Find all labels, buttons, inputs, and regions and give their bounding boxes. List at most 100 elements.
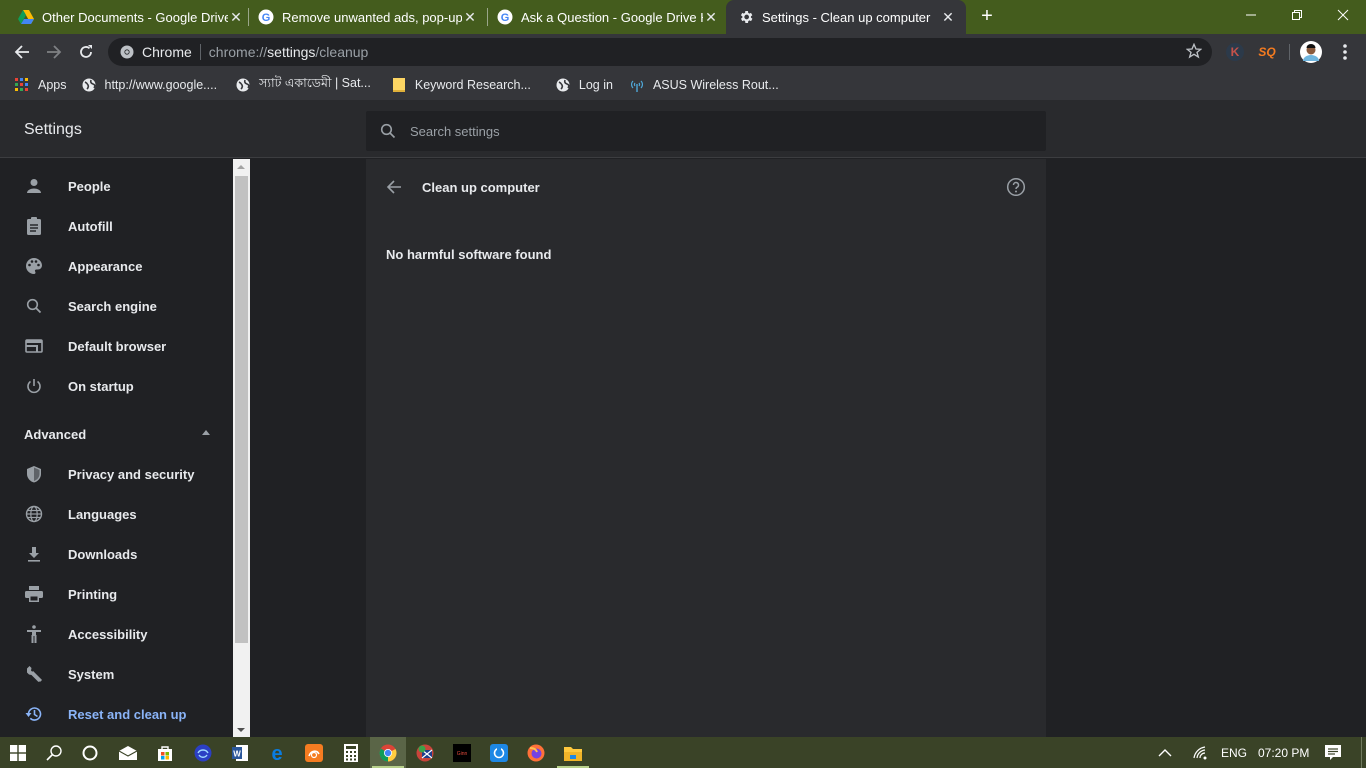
help-button[interactable] [1006, 177, 1026, 197]
sidebar-item-label: Appearance [68, 258, 143, 274]
sidebar-scrollbar[interactable] [233, 159, 250, 737]
minimize-button[interactable] [1228, 0, 1274, 30]
app-blue-icon [194, 744, 212, 761]
store-icon [158, 745, 172, 761]
taskbar-app-sync[interactable] [481, 737, 517, 768]
svg-text:e: e [271, 744, 282, 762]
back-button[interactable] [10, 40, 34, 64]
person-icon [24, 176, 44, 196]
sidebar-item-label: People [68, 178, 111, 194]
sidebar-item-appearance[interactable]: Appearance [0, 246, 233, 286]
new-tab-button[interactable]: + [976, 5, 998, 27]
taskbar-app-blue[interactable] [185, 737, 221, 768]
tab-separator [248, 8, 249, 26]
tab-other-documents[interactable]: Other Documents - Google Drive ✕ [18, 0, 244, 34]
reload-button[interactable] [74, 40, 98, 64]
taskbar-app-mail[interactable] [110, 737, 146, 768]
search-icon [380, 123, 396, 139]
tab-title: Remove unwanted ads, pop-ups [282, 9, 462, 25]
sidebar-item-label: Reset and clean up [68, 706, 187, 722]
wifi-icon [1193, 745, 1207, 759]
sidebar-item-people[interactable]: People [0, 166, 233, 206]
network-status[interactable] [1193, 737, 1209, 768]
input-language[interactable]: ENG [1221, 737, 1247, 768]
tab-remove-ads[interactable]: G Remove unwanted ads, pop-ups ✕ [258, 0, 478, 34]
close-window-button[interactable] [1320, 0, 1366, 30]
address-bar[interactable]: Chrome chrome://settings/cleanup [108, 38, 1212, 66]
minimize-icon [1246, 14, 1256, 16]
browser-window-icon [24, 336, 44, 356]
scroll-up-arrow-icon[interactable] [237, 165, 245, 169]
taskbar-app-edge[interactable]: e [259, 737, 295, 768]
settings-header: Settings [0, 100, 1366, 158]
close-tab-icon[interactable]: ✕ [462, 9, 478, 26]
svg-text:W: W [233, 749, 241, 758]
close-tab-icon[interactable]: ✕ [228, 9, 244, 26]
extension-k-icon[interactable]: K [1224, 41, 1246, 63]
forward-button[interactable] [42, 40, 66, 64]
menu-button[interactable] [1334, 41, 1356, 63]
sidebar-item-label: Search engine [68, 298, 157, 314]
show-hidden-icons-button[interactable] [1158, 737, 1172, 768]
scrollbar-thumb[interactable] [235, 176, 248, 643]
wireless-router-icon [629, 77, 645, 93]
bookmark-asus-router[interactable]: ASUS Wireless Rout... [629, 77, 779, 93]
taskbar-app-calculator[interactable] [333, 737, 369, 768]
sidebar-item-system[interactable]: System [0, 654, 233, 694]
clipboard-icon [24, 216, 44, 236]
taskbar-app-dark[interactable]: Ginn [444, 737, 480, 768]
bookmark-apps[interactable]: Apps [14, 77, 67, 93]
close-tab-icon[interactable]: ✕ [940, 9, 956, 26]
cortana-button[interactable] [72, 737, 108, 768]
sidebar-item-printing[interactable]: Printing [0, 574, 233, 614]
calculator-icon [344, 743, 358, 762]
taskbar-search-button[interactable] [36, 737, 72, 768]
url-scheme: chrome:// [208, 44, 268, 60]
taskbar-app-word[interactable]: W [222, 737, 258, 768]
clock[interactable]: 07:20 PM [1258, 737, 1309, 768]
taskbar-app-file-explorer[interactable] [555, 737, 591, 768]
sidebar-item-label: Autofill [68, 218, 113, 234]
taskbar-app-chrome[interactable] [370, 737, 406, 768]
security-chip[interactable]: Chrome [142, 44, 192, 60]
sidebar-item-privacy-security[interactable]: Privacy and security [0, 454, 233, 494]
search-settings-input[interactable] [410, 123, 1010, 139]
sidebar-item-autofill[interactable]: Autofill [0, 206, 233, 246]
globe-icon [81, 77, 97, 93]
taskbar-app-uc-browser[interactable] [296, 737, 332, 768]
sidebar-item-languages[interactable]: Languages [0, 494, 233, 534]
bookmark-sat-academy[interactable]: স্যাট একাডেমী | Sat... [235, 75, 371, 95]
start-button[interactable] [0, 737, 36, 768]
action-center-button[interactable] [1324, 737, 1342, 768]
show-desktop-button[interactable] [1361, 737, 1362, 768]
tab-ask-question[interactable]: G Ask a Question - Google Drive He ✕ [497, 0, 719, 34]
back-arrow-button[interactable] [384, 177, 404, 197]
bookmark-google[interactable]: http://www.google.... [81, 77, 218, 93]
sidebar-item-default-browser[interactable]: Default browser [0, 326, 233, 366]
sidebar-item-search-engine[interactable]: Search engine [0, 286, 233, 326]
bookmark-star-icon[interactable] [1186, 43, 1202, 59]
windows-taskbar: W e Ginn ENG 07:20 PM [0, 737, 1366, 768]
printer-icon [24, 584, 44, 604]
sidebar-item-reset-clean-up[interactable]: Reset and clean up [0, 694, 233, 734]
sidebar-item-downloads[interactable]: Downloads [0, 534, 233, 574]
search-settings-box[interactable] [366, 111, 1046, 151]
sidebar-item-accessibility[interactable]: Accessibility [0, 614, 233, 654]
bookmark-label: http://www.google.... [104, 78, 218, 92]
profile-avatar[interactable] [1300, 41, 1322, 63]
bookmark-keyword-research[interactable]: Keyword Research... [391, 77, 531, 93]
taskbar-app-firefox[interactable] [518, 737, 554, 768]
advanced-section-toggle[interactable]: Advanced [0, 414, 233, 454]
restore-button[interactable] [1274, 0, 1320, 30]
close-tab-icon[interactable]: ✕ [703, 9, 719, 26]
extension-sq-icon[interactable]: SQ [1256, 41, 1278, 63]
app-dark-icon: Ginn [453, 743, 471, 762]
sidebar-item-on-startup[interactable]: On startup [0, 366, 233, 406]
tab-settings-cleanup[interactable]: Settings - Clean up computer ✕ [726, 0, 966, 34]
taskbar-app-flag[interactable] [407, 737, 443, 768]
title-bar: Other Documents - Google Drive ✕ G Remov… [0, 0, 1366, 34]
taskbar-app-store[interactable] [147, 737, 183, 768]
notifications-icon [1325, 744, 1341, 760]
bookmark-log-in[interactable]: Log in [555, 77, 613, 93]
scroll-down-arrow-icon[interactable] [237, 728, 245, 732]
